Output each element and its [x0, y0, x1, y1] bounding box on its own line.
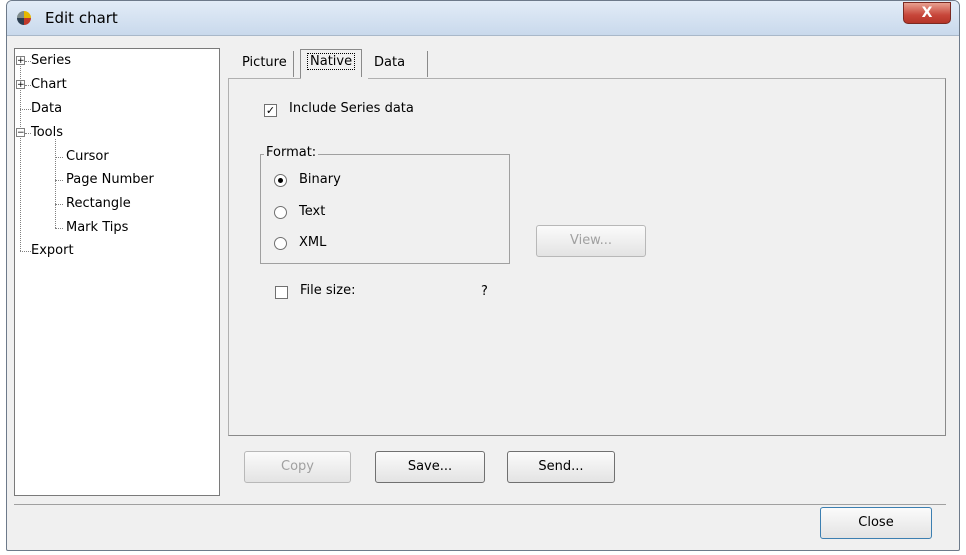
format-text-label[interactable]: Text — [299, 204, 325, 219]
format-legend: Format: — [264, 145, 319, 160]
tree-item-label: Page Number — [66, 172, 154, 187]
tree-item-label: Series — [31, 53, 71, 68]
save-button[interactable]: Save... — [375, 451, 485, 483]
title-bar: Edit chart X — [7, 1, 959, 36]
include-series-label[interactable]: Include Series data — [289, 101, 414, 116]
tree-item-mark-tips[interactable]: Mark Tips — [66, 219, 128, 237]
expand-icon[interactable]: + — [16, 56, 25, 66]
tab-native[interactable]: Native — [300, 49, 363, 79]
tree-item-label: Chart — [31, 77, 67, 92]
close-button[interactable]: Close — [820, 507, 932, 539]
tree-item-label: Cursor — [66, 149, 109, 164]
format-binary-label[interactable]: Binary — [299, 172, 341, 187]
format-xml-label[interactable]: XML — [299, 235, 326, 250]
tree-item-rectangle[interactable]: Rectangle — [66, 195, 131, 213]
tree-item-data[interactable]: Data — [31, 100, 62, 118]
tree-item-cursor[interactable]: Cursor — [66, 148, 109, 166]
tree-item-label: Export — [31, 243, 74, 258]
view-button[interactable]: View... — [536, 225, 646, 257]
tree-item-label: Tools — [31, 125, 64, 140]
collapse-icon[interactable]: − — [16, 128, 25, 138]
expand-icon[interactable]: + — [16, 80, 25, 90]
file-size-checkbox[interactable] — [275, 286, 288, 299]
file-size-value: ? — [481, 284, 488, 299]
format-text-radio[interactable] — [274, 206, 287, 219]
format-group — [260, 154, 510, 264]
footer-divider — [14, 504, 946, 505]
tab-picture[interactable]: Picture — [236, 51, 294, 77]
tab-label: Native — [307, 53, 356, 70]
tree-item-export[interactable]: Export — [31, 242, 74, 260]
window-close-button[interactable]: X — [903, 2, 951, 24]
tree-item-label: Rectangle — [66, 196, 131, 211]
tab-data[interactable]: Data — [368, 51, 428, 77]
include-series-checkbox[interactable]: ✓ — [264, 104, 277, 117]
window-title: Edit chart — [45, 9, 118, 27]
copy-button[interactable]: Copy — [244, 451, 351, 483]
file-size-label[interactable]: File size: — [300, 283, 355, 298]
format-xml-radio[interactable] — [274, 237, 287, 250]
tab-label: Data — [374, 55, 406, 70]
send-button[interactable]: Send... — [507, 451, 615, 483]
format-binary-radio[interactable] — [274, 174, 287, 187]
tree-item-label: Mark Tips — [66, 220, 129, 235]
tree-item-label: Data — [31, 101, 63, 116]
category-tree[interactable]: + Series + Chart Data − Tools Cursor Pag… — [14, 48, 220, 496]
tab-label: Picture — [242, 55, 287, 70]
tree-item-page-number[interactable]: Page Number — [66, 171, 154, 189]
chart-app-icon — [17, 11, 31, 25]
